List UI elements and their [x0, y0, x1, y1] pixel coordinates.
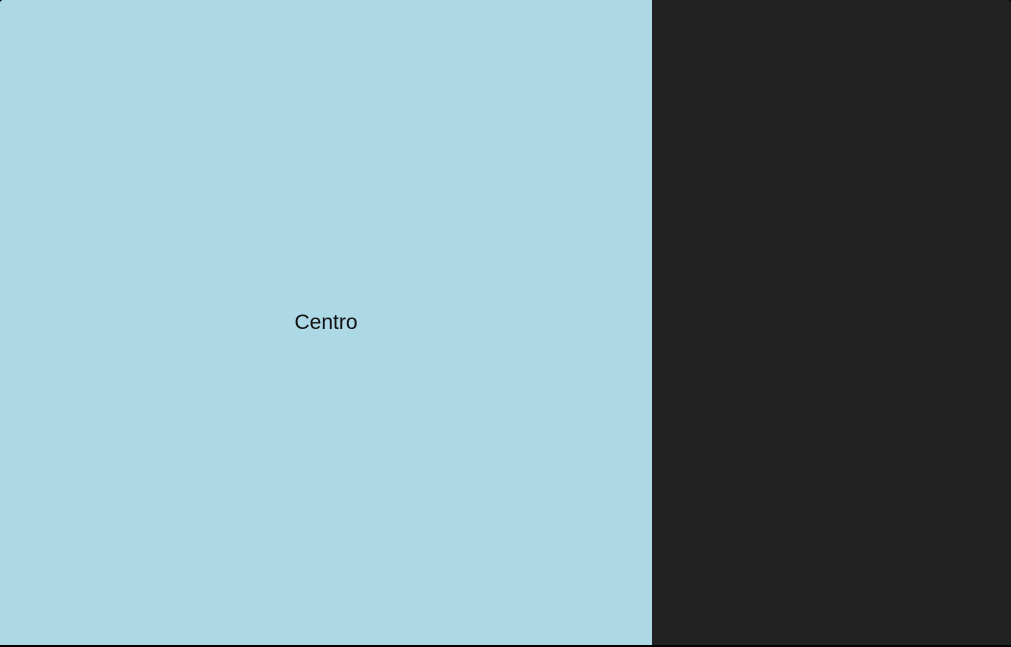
- center-label: Centro: [294, 311, 358, 334]
- center-panel: Centro: [0, 0, 652, 645]
- side-panel: [652, 0, 1011, 645]
- app-window: Centro: [0, 0, 1011, 647]
